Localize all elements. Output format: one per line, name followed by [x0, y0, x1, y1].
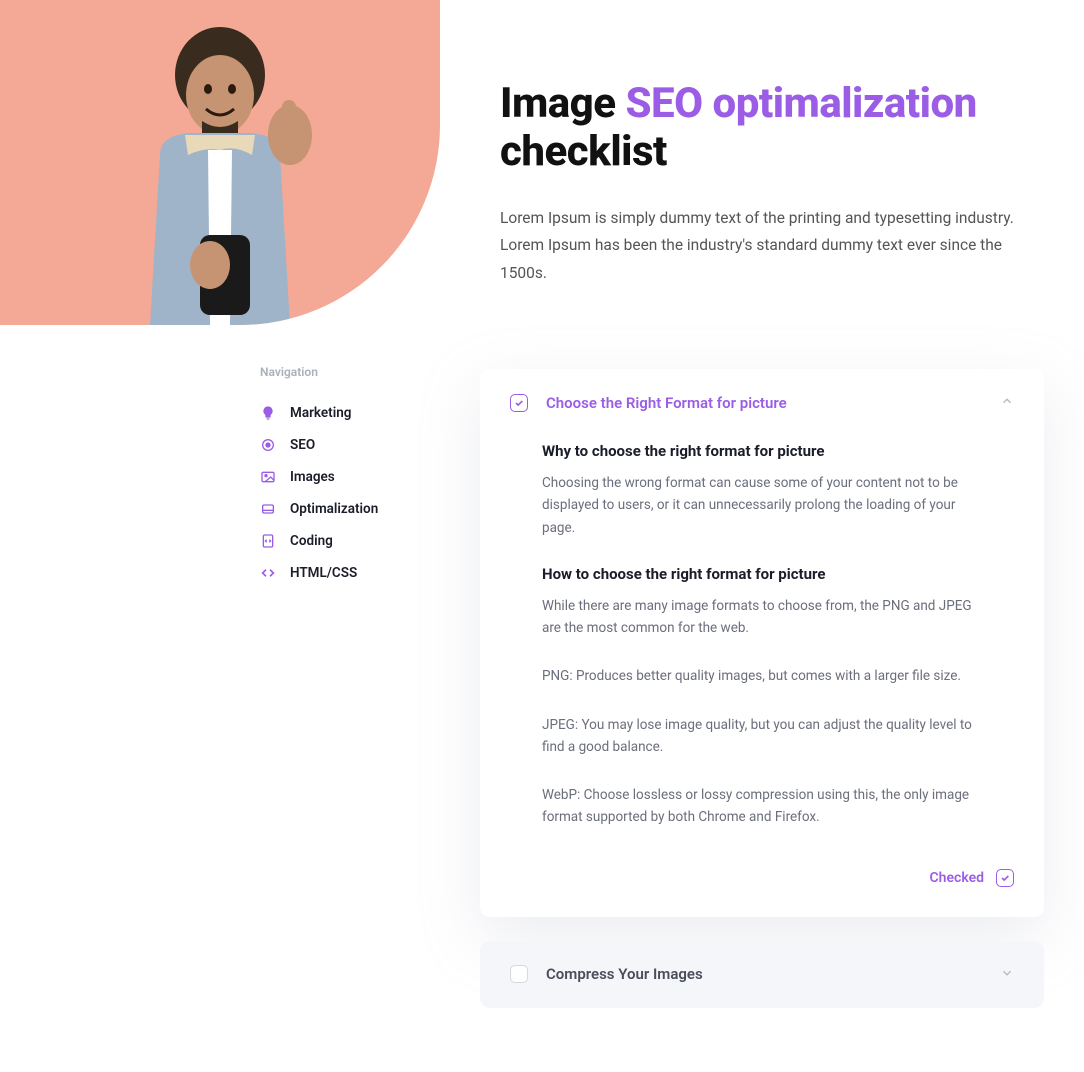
section-text: WebP: Choose lossless or lossy compressi… — [542, 784, 982, 829]
photo-icon — [260, 469, 276, 485]
bulb-icon — [260, 405, 276, 421]
checklist-item-title: Compress Your Images — [546, 965, 982, 983]
section-text: While there are many image formats to ch… — [542, 595, 982, 640]
code-file-icon — [260, 533, 276, 549]
section-text: PNG: Produces better quality images, but… — [542, 665, 982, 687]
nav-label: Coding — [290, 533, 333, 549]
checklist-item-collapsed: Compress Your Images — [480, 941, 1044, 1008]
nav-label: Marketing — [290, 405, 351, 421]
chevron-down-icon — [1000, 965, 1014, 984]
nav-item-coding[interactable]: Coding — [260, 525, 440, 557]
nav-item-marketing[interactable]: Marketing — [260, 397, 440, 429]
sidebar-heading: Navigation — [260, 365, 440, 379]
nav-item-html-css[interactable]: HTML/CSS — [260, 557, 440, 589]
checklist-item-body: Why to choose the right format for pictu… — [480, 436, 1044, 859]
section-title: Why to choose the right format for pictu… — [542, 442, 982, 460]
nav-label: HTML/CSS — [290, 565, 357, 581]
checkbox-unchecked-icon[interactable] — [510, 965, 528, 983]
sidebar: Navigation Marketing SEO Images — [0, 365, 440, 1032]
nav-label: Optimalization — [290, 501, 378, 517]
code-icon — [260, 565, 276, 581]
section-text: JPEG: You may lose image quality, but yo… — [542, 714, 982, 759]
nav-list: Marketing SEO Images Optimalization — [260, 397, 440, 589]
checklist-item-title: Choose the Right Format for picture — [546, 394, 982, 412]
checked-label: Checked — [930, 870, 984, 886]
nav-item-images[interactable]: Images — [260, 461, 440, 493]
hero-image — [0, 0, 440, 325]
checkbox-checked-icon[interactable] — [510, 394, 528, 412]
nav-item-optimalization[interactable]: Optimalization — [260, 493, 440, 525]
person-thumbs-up-illustration — [90, 5, 350, 325]
layers-icon — [260, 501, 276, 517]
nav-item-seo[interactable]: SEO — [260, 429, 440, 461]
section-text: Choosing the wrong format can cause some… — [542, 472, 982, 539]
page-title: Image SEO optimalization checklist — [500, 80, 1024, 177]
nav-label: SEO — [290, 437, 315, 453]
chevron-up-icon — [1000, 393, 1014, 412]
checklist-item-expanded: Choose the Right Format for picture Why … — [480, 369, 1044, 917]
nav-label: Images — [290, 469, 335, 485]
section-title: How to choose the right format for pictu… — [542, 565, 982, 583]
checklist-item-header[interactable]: Compress Your Images — [480, 941, 1044, 1008]
checkbox-checked-icon[interactable] — [996, 869, 1014, 887]
checklist-item-header[interactable]: Choose the Right Format for picture — [480, 369, 1044, 436]
page-description: Lorem Ipsum is simply dummy text of the … — [500, 205, 1024, 289]
checklist-item-footer: Checked — [480, 859, 1044, 917]
target-icon — [260, 437, 276, 453]
